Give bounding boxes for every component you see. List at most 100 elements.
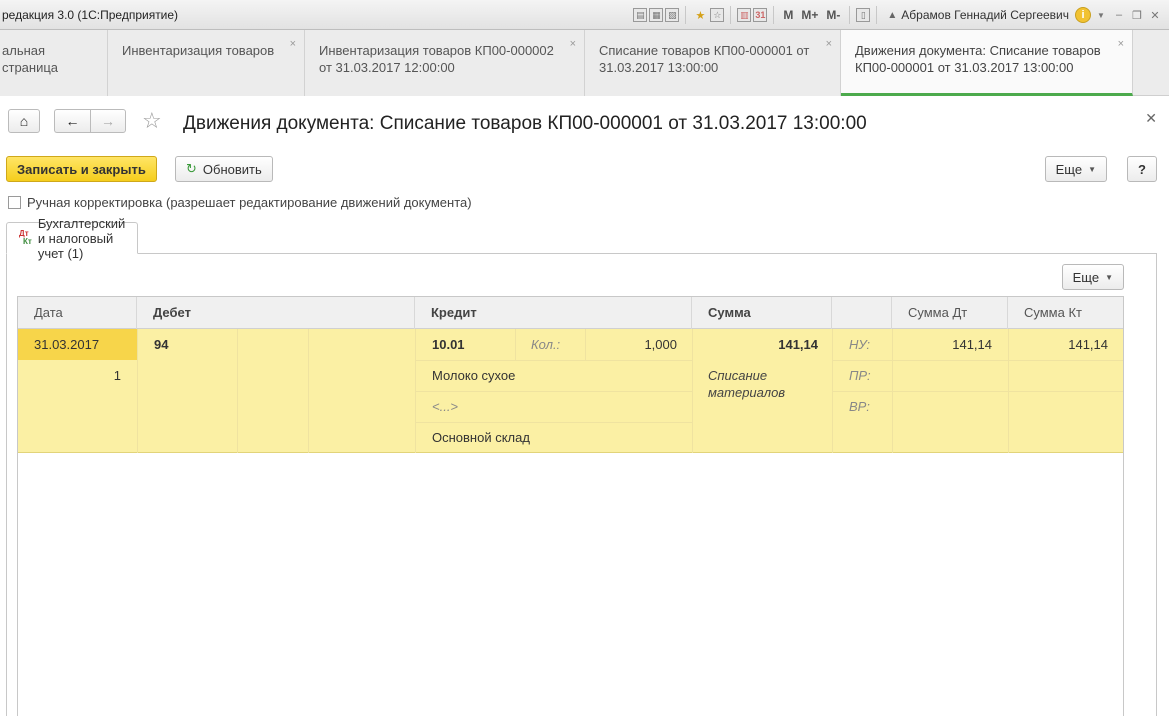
separator — [730, 6, 732, 24]
tab-accounting-register[interactable]: Дт Кт Бухгалтерский и налоговый учет (1) — [6, 216, 138, 261]
separator — [685, 6, 687, 24]
minimize-icon[interactable]: – — [1111, 7, 1127, 23]
cell-credit-subconto-1[interactable]: Молоко сухое — [432, 360, 515, 391]
tab-home[interactable]: альная страница — [0, 30, 108, 96]
favorite-star-icon[interactable]: ☆ — [142, 108, 162, 134]
cell-vr-label: ВР: — [849, 399, 870, 414]
chevron-down-icon: ▼ — [1105, 272, 1113, 282]
tabs-filler — [1133, 30, 1169, 95]
page-title: Движения документа: Списание товаров КП0… — [183, 113, 867, 134]
info-icon[interactable]: i — [1075, 7, 1091, 23]
cell-sum-dt[interactable]: 141,14 — [892, 329, 992, 360]
close-icon[interactable]: ✕ — [1145, 110, 1157, 127]
back-button[interactable]: ← — [54, 109, 90, 133]
close-icon[interactable]: × — [1118, 36, 1124, 53]
favorites-star-icon[interactable]: ★ — [692, 7, 708, 23]
column-header-blank — [832, 297, 892, 329]
titlebar-tools: ▤ ▦ ▧ ★ ☆ ▥ 31 M M+ M- ▯ ▲ Абрамов Генна… — [633, 0, 1169, 30]
memory-minus-button[interactable]: M- — [823, 7, 843, 23]
cell-qty[interactable]: 1,000 — [585, 329, 677, 360]
memory-plus-button[interactable]: M+ — [798, 7, 821, 23]
tab-sublabel: КП00-000001 от 31.03.2017 13:00:00 — [855, 60, 1074, 75]
more-label: Еще — [1055, 161, 1083, 177]
separator — [773, 6, 775, 24]
more-button[interactable]: Еще ▼ — [1044, 156, 1107, 182]
cell-line-number: 1 — [113, 368, 121, 383]
close-icon[interactable]: × — [570, 36, 576, 53]
restore-icon[interactable]: ❐ — [1129, 7, 1145, 23]
chevron-down-icon: ▼ — [1088, 164, 1096, 174]
tab-inventory-doc[interactable]: Инвентаризация товаров КП00-000002 от 31… — [305, 30, 585, 96]
grid-line — [832, 360, 1123, 361]
command-bar: Записать и закрыть ↻ Обновить Еще ▼ ? — [0, 154, 1169, 184]
tab-label: альная страница — [2, 43, 59, 75]
cell-pr-label: ПР: — [849, 368, 871, 383]
close-icon[interactable]: × — [290, 36, 296, 53]
debit-credit-icon: Дт Кт — [19, 229, 32, 246]
cell-credit-account[interactable]: 10.01 — [432, 329, 465, 360]
tab-label: Бухгалтерский и налоговый учет (1) — [37, 215, 126, 261]
preview-icon[interactable]: ▧ — [665, 8, 680, 22]
separator — [849, 6, 851, 24]
home-icon: ⌂ — [19, 113, 29, 129]
tab-inventory[interactable]: Инвентаризация товаров × — [108, 30, 305, 96]
cell-sum-kt[interactable]: 141,14 — [1008, 329, 1108, 360]
cell-date[interactable]: 31.03.2017 — [18, 329, 137, 360]
save-and-close-button[interactable]: Записать и закрыть — [6, 156, 157, 182]
arrow-left-icon: ← — [65, 113, 80, 129]
column-header-sum-dt[interactable]: Сумма Дт — [892, 297, 1008, 329]
favorites-list-icon[interactable]: ☆ — [710, 8, 725, 22]
separator — [876, 6, 878, 24]
close-icon[interactable]: ✕ — [1147, 7, 1163, 23]
table-row[interactable]: 31.03.2017 94 10.01 Кол.: 1,000 141,14 Н… — [18, 329, 1123, 453]
table-header: Дата Дебет Кредит Сумма Сумма Дт Сумма К… — [18, 297, 1123, 329]
memory-button[interactable]: M — [780, 7, 796, 23]
user-name: Абрамов Геннадий Сергеевич — [901, 8, 1069, 22]
current-user[interactable]: ▲ Абрамов Геннадий Сергеевич — [883, 8, 1073, 22]
tab-label: Инвентаризация товаров — [122, 43, 275, 58]
cell-sum[interactable]: 141,14 — [692, 329, 818, 360]
forward-button[interactable]: → — [90, 109, 126, 133]
cell-nu-label: НУ: — [849, 337, 871, 352]
tab-sublabel: 31.03.2017 13:00:00 — [599, 60, 719, 75]
column-header-credit[interactable]: Кредит — [415, 297, 692, 329]
open-windows-tabs: альная страница Инвентаризация товаров ×… — [0, 30, 1169, 96]
grid-line — [832, 391, 1123, 392]
column-header-debit[interactable]: Дебет — [137, 297, 415, 329]
grid-line — [237, 329, 238, 453]
cell-content[interactable]: Списание материалов — [708, 360, 818, 410]
column-header-sum-kt[interactable]: Сумма Кт — [1008, 297, 1123, 329]
tab-label: Инвентаризация товаров КП00-000002 — [319, 43, 554, 58]
column-header-sum[interactable]: Сумма — [692, 297, 832, 329]
manual-edit-checkbox[interactable] — [8, 196, 21, 209]
grid-line — [515, 329, 516, 360]
refresh-icon: ↻ — [186, 161, 197, 176]
grid-line — [308, 329, 309, 453]
close-icon[interactable]: × — [826, 36, 832, 53]
calendar-icon[interactable]: 31 — [753, 8, 768, 22]
cell-credit-subconto-2[interactable]: <...> — [432, 391, 458, 422]
tab-label: Списание товаров КП00-000001 от — [599, 43, 810, 58]
tab-write-off-doc[interactable]: Списание товаров КП00-000001 от 31.03.20… — [585, 30, 841, 96]
tab-document-movements[interactable]: Движения документа: Списание товаров КП0… — [841, 30, 1133, 96]
grid-line — [137, 329, 138, 453]
column-header-date[interactable]: Дата — [18, 297, 137, 329]
home-button[interactable]: ⌂ — [8, 109, 40, 133]
cell-debit-account[interactable]: 94 — [154, 329, 168, 360]
cell-credit-subconto-3[interactable]: Основной склад — [432, 422, 530, 453]
cell-qty-label: Кол.: — [531, 337, 561, 352]
movements-table[interactable]: Дата Дебет Кредит Сумма Сумма Дт Сумма К… — [17, 296, 1124, 716]
more-label: Еще — [1072, 269, 1100, 285]
chevron-down-icon[interactable]: ▼ — [1093, 7, 1109, 23]
refresh-label: Обновить — [202, 161, 262, 177]
user-icon: ▲ — [887, 9, 898, 21]
refresh-button[interactable]: ↻ Обновить — [175, 156, 273, 182]
window-layout-icon[interactable]: ▯ — [856, 8, 871, 22]
tab-sublabel: от 31.03.2017 12:00:00 — [319, 60, 455, 75]
grid-more-button[interactable]: Еще ▼ — [1061, 264, 1124, 290]
calculator-icon[interactable]: ▥ — [737, 8, 752, 22]
print-icon[interactable]: ▦ — [649, 8, 664, 22]
manual-edit-option[interactable]: Ручная корректировка (разрешает редактир… — [8, 195, 472, 210]
save-icon[interactable]: ▤ — [633, 8, 648, 22]
help-button[interactable]: ? — [1127, 156, 1157, 182]
